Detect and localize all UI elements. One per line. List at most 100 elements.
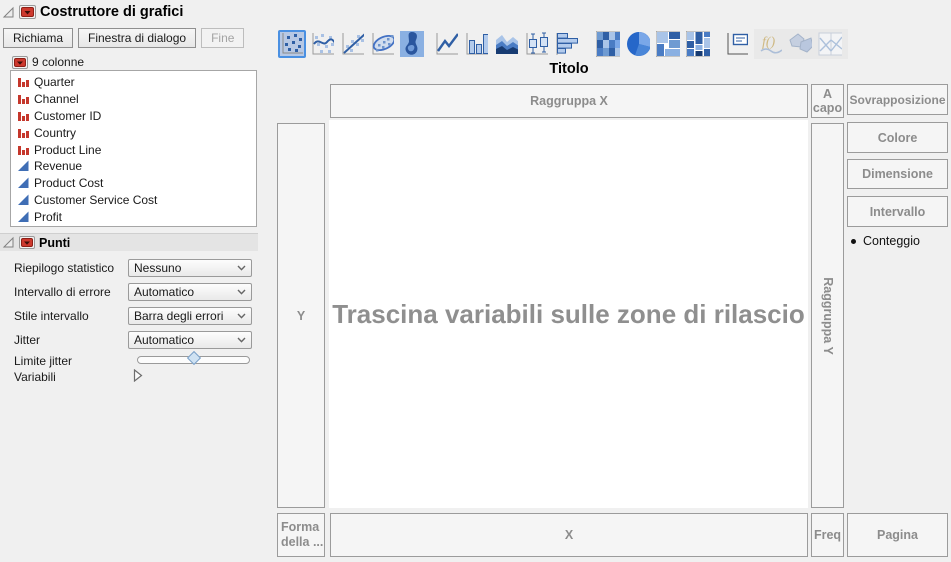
column-item[interactable]: Customer ID bbox=[17, 108, 256, 125]
column-item[interactable]: Customer Service Cost bbox=[17, 192, 256, 209]
element-bar-button[interactable] bbox=[462, 30, 490, 58]
legend-item-count[interactable]: Conteggio bbox=[851, 234, 920, 248]
column-label: Quarter bbox=[34, 75, 75, 90]
red-bars-icon bbox=[18, 128, 29, 138]
points-icon bbox=[282, 33, 303, 54]
element-smoother-button[interactable] bbox=[308, 30, 336, 58]
histogram-icon bbox=[556, 33, 578, 55]
parallel-plot-icon bbox=[818, 32, 842, 56]
select-value: Nessuno bbox=[134, 261, 182, 275]
jitter-limit-slider[interactable] bbox=[137, 350, 250, 366]
columns-header: 9 colonne bbox=[12, 55, 84, 69]
drop-zone-page[interactable]: Pagina bbox=[847, 513, 948, 557]
interval-style-label: Stile intervallo bbox=[14, 309, 89, 323]
red-triangle-menu-button[interactable] bbox=[19, 236, 35, 249]
error-interval-label: Intervallo di errore bbox=[14, 285, 111, 299]
element-heatmap-button[interactable] bbox=[594, 30, 622, 58]
column-label: Customer ID bbox=[34, 108, 102, 123]
red-triangle-icon bbox=[14, 57, 26, 67]
graph-builder-window: Costruttore di grafici Richiama Finestra… bbox=[0, 0, 951, 562]
drop-zone-color[interactable]: Colore bbox=[847, 122, 948, 153]
drop-zone-map-shape[interactable]: Forma della ... bbox=[277, 513, 325, 557]
chevron-down-icon bbox=[237, 289, 246, 295]
pie-chart-icon bbox=[627, 32, 650, 56]
column-item[interactable]: Quarter bbox=[17, 74, 256, 91]
plot-canvas[interactable]: Trascina variabili sulle zone di rilasci… bbox=[329, 120, 808, 508]
map-shapes-icon bbox=[789, 33, 812, 53]
blue-triangle-icon bbox=[18, 177, 29, 189]
element-area-button[interactable] bbox=[492, 30, 520, 58]
contour-icon bbox=[400, 31, 424, 57]
red-bars-icon bbox=[18, 78, 29, 88]
drop-zone-map-shape-label: Forma bbox=[281, 520, 320, 534]
element-caption-box-button[interactable] bbox=[722, 30, 750, 58]
column-item[interactable]: Product Line bbox=[17, 141, 256, 158]
drop-zone-group-y[interactable]: Raggruppa Y bbox=[811, 123, 844, 508]
column-label: Customer Service Cost bbox=[34, 192, 158, 207]
column-label: Channel bbox=[34, 92, 79, 107]
element-parallel-button[interactable] bbox=[816, 30, 844, 58]
richiama-button[interactable]: Richiama bbox=[3, 28, 74, 48]
element-formula-button[interactable]: f() bbox=[756, 30, 784, 58]
column-label: Product Cost bbox=[34, 176, 104, 191]
summary-statistic-select[interactable]: Nessuno bbox=[128, 259, 252, 277]
disclosure-open-icon[interactable] bbox=[2, 236, 15, 249]
red-bars-icon bbox=[18, 111, 29, 121]
line-of-fit-icon bbox=[342, 33, 364, 55]
red-triangle-icon bbox=[21, 7, 34, 17]
disabled-elements-group: f() bbox=[754, 29, 848, 59]
select-value: Automatico bbox=[134, 333, 195, 347]
drop-zone-group-x[interactable]: Raggruppa X bbox=[330, 84, 808, 118]
column-item[interactable]: Revenue bbox=[17, 158, 256, 175]
chevron-down-icon bbox=[237, 337, 246, 343]
line-chart-icon bbox=[436, 33, 458, 55]
ellipse-icon bbox=[372, 33, 394, 55]
columns-list: Quarter Channel Customer ID Country Prod… bbox=[10, 70, 257, 227]
punti-panel-title: Punti bbox=[39, 235, 71, 250]
red-triangle-menu-button[interactable] bbox=[19, 5, 36, 19]
element-line-button[interactable] bbox=[432, 30, 460, 58]
heatmap-icon bbox=[596, 31, 620, 57]
red-triangle-menu-button[interactable] bbox=[12, 55, 28, 69]
column-label: Revenue bbox=[34, 159, 83, 174]
expand-right-icon[interactable] bbox=[133, 369, 143, 382]
jitter-select[interactable]: Automatico bbox=[128, 331, 252, 349]
blue-triangle-icon bbox=[18, 194, 29, 205]
variables-label: Variabili bbox=[14, 370, 56, 384]
finestra-di-dialogo-button[interactable]: Finestra di dialogo bbox=[78, 28, 197, 48]
chart-title: Titolo bbox=[549, 61, 589, 77]
interval-style-select[interactable]: Barra degli errori bbox=[128, 307, 252, 325]
treemap-icon bbox=[656, 31, 680, 57]
element-map-shapes-button[interactable] bbox=[786, 30, 814, 58]
element-mosaic-button[interactable] bbox=[684, 30, 712, 58]
drop-zone-freq[interactable]: Freq bbox=[811, 513, 844, 557]
drop-zone-wrap[interactable]: A capo bbox=[811, 84, 844, 118]
area-chart-icon bbox=[496, 35, 518, 54]
blue-triangle-icon bbox=[18, 160, 29, 172]
element-line-of-fit-button[interactable] bbox=[338, 30, 366, 58]
header-buttons: Richiama Finestra di dialogo Fine bbox=[3, 28, 245, 48]
element-contour-button[interactable] bbox=[398, 30, 426, 58]
column-item[interactable]: Product Cost bbox=[17, 175, 256, 192]
disclosure-open-icon[interactable] bbox=[2, 6, 15, 19]
column-item[interactable]: Profit bbox=[17, 208, 256, 225]
chevron-down-icon bbox=[237, 313, 246, 319]
drop-zone-interval[interactable]: Intervallo bbox=[847, 196, 948, 227]
element-ellipse-button[interactable] bbox=[368, 30, 396, 58]
error-interval-select[interactable]: Automatico bbox=[128, 283, 252, 301]
element-histogram-button[interactable] bbox=[552, 30, 580, 58]
red-triangle-icon bbox=[21, 238, 33, 247]
drop-zone-x[interactable]: X bbox=[330, 513, 808, 557]
column-item[interactable]: Channel bbox=[17, 91, 256, 108]
drop-zone-overlay[interactable]: Sovrapposizione bbox=[847, 84, 948, 115]
slider-thumb-icon[interactable] bbox=[186, 350, 202, 366]
element-points-button[interactable] bbox=[278, 30, 306, 58]
fine-button[interactable]: Fine bbox=[201, 28, 245, 48]
drop-zone-y[interactable]: Y bbox=[277, 123, 325, 508]
column-item[interactable]: Country bbox=[17, 124, 256, 141]
jitter-label: Jitter bbox=[14, 333, 41, 347]
element-pie-button[interactable] bbox=[624, 30, 652, 58]
drop-zone-size[interactable]: Dimensione bbox=[847, 159, 948, 189]
element-treemap-button[interactable] bbox=[654, 30, 682, 58]
element-box-plot-button[interactable] bbox=[522, 30, 550, 58]
